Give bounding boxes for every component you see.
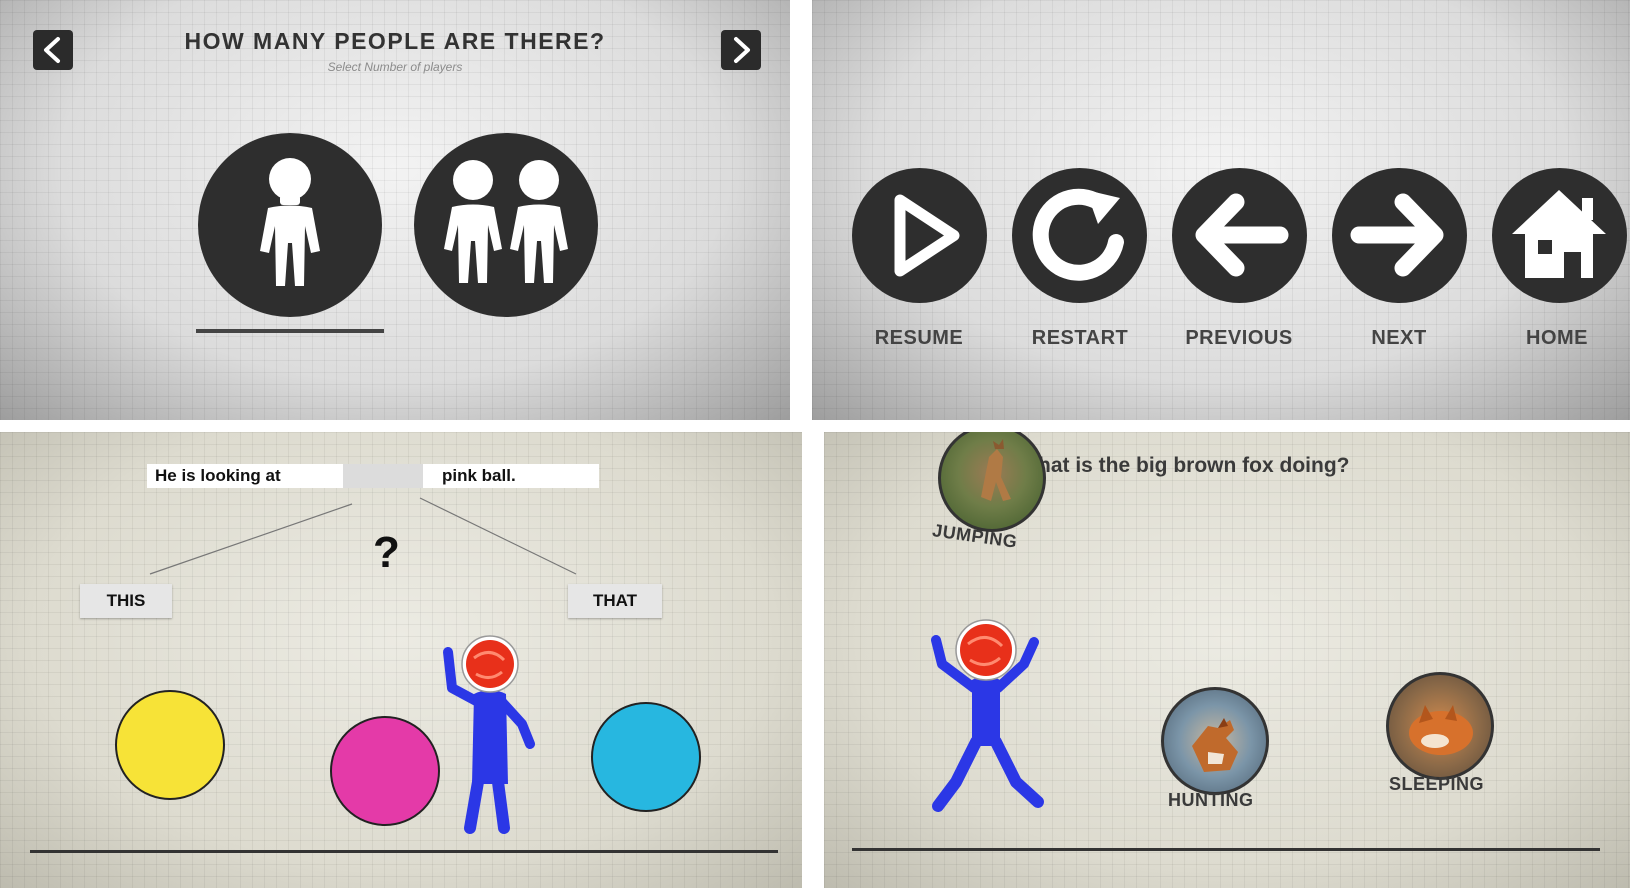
pink-ball[interactable] [330,716,440,826]
restart-icon [1032,188,1124,281]
this-choice-button[interactable]: THIS [80,584,172,618]
fox-question-screen: hat is the big brown fox doing? JUMPING … [824,432,1630,888]
question-text: hat is the big brown fox doing? [1038,454,1350,477]
fox-jumping-icon [981,439,1011,501]
sleeping-fox-photo[interactable] [1386,672,1494,780]
hunting-fox-photo[interactable] [1161,687,1269,795]
previous-button[interactable] [1172,168,1307,303]
ground-line [30,850,778,853]
child-avatar-icon [931,619,1044,812]
fox-sleeping-icon [1409,705,1473,755]
jumping-fox-photo[interactable] [938,432,1046,532]
resume-button[interactable] [852,168,987,303]
home-button[interactable] [1492,168,1627,303]
yellow-ball[interactable] [115,690,225,800]
player-select-screen: HOW MANY PEOPLE ARE THERE? Select Number… [0,0,790,420]
restart-label: RESTART [1031,327,1129,349]
pause-menu-screen: RESUME RESTART PREVIOUS NEXT HOME [812,0,1630,420]
child-avatar-icon [443,635,535,834]
ground-line [852,848,1600,851]
resume-label: RESUME [874,327,964,349]
restart-button[interactable] [1012,168,1147,303]
play-icon [894,194,960,277]
connector-lines [149,497,577,575]
blue-ball[interactable] [591,702,701,812]
one-player-button[interactable] [198,133,382,317]
fox-hunting-icon [1192,718,1238,772]
two-players-button[interactable] [414,133,598,317]
that-choice-button[interactable]: THAT [568,584,662,618]
screen-subtitle: Select Number of players [327,60,463,74]
hunting-label: HUNTING [1168,790,1254,810]
sleeping-label: SLEEPING [1389,774,1485,794]
previous-label: PREVIOUS [1185,327,1293,349]
this-that-game-screen: He is looking at pink ball. ? THIS THAT [0,432,802,888]
single-person-icon [260,158,320,286]
arrow-right-icon [1350,193,1444,277]
screen-title: HOW MANY PEOPLE ARE THERE? [184,28,606,54]
home-icon [1512,190,1606,278]
arrow-left-icon [1195,193,1289,277]
question-mark: ? [373,528,400,577]
selection-underline [196,329,384,333]
next-button[interactable] [1332,168,1467,303]
next-label: NEXT [1371,327,1427,349]
two-people-icon [444,160,568,283]
home-label: HOME [1526,327,1588,349]
